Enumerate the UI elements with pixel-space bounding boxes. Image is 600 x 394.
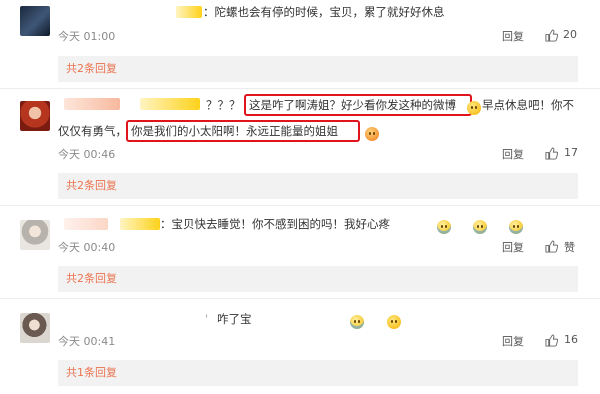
divider <box>0 298 600 299</box>
emoji-icon <box>509 220 524 234</box>
comment-text: 咋了宝 <box>217 312 252 326</box>
sub-replies-bar: 共2条回复 <box>58 56 578 82</box>
like-count: 赞 <box>564 241 575 254</box>
thumbs-up-icon <box>545 29 559 42</box>
sub-replies-bar: 共1条回复 <box>58 360 578 386</box>
like-count: 16 <box>564 333 578 346</box>
reply-button[interactable]: 回复 <box>502 239 524 255</box>
avatar[interactable] <box>20 101 50 131</box>
like-button[interactable] <box>545 238 559 257</box>
username-tick: ' <box>205 312 209 326</box>
emoji-icon <box>467 101 481 115</box>
comment-text: 早点休息吧！你不 <box>482 98 574 112</box>
emoji-icon <box>437 220 452 234</box>
comment-text-highlight: 你是我们的小太阳啊！永远正能量的姐姐 <box>131 124 338 138</box>
sub-replies-link[interactable]: 共2条回复 <box>58 62 117 75</box>
username-blurred[interactable] <box>176 6 202 18</box>
like-count: 17 <box>564 146 578 159</box>
thumbs-up-icon <box>545 334 559 347</box>
sub-replies-bar: 共2条回复 <box>58 266 578 292</box>
reply-button[interactable]: 回复 <box>502 28 524 44</box>
comment-text-prefix: ？？？ <box>206 98 241 112</box>
comment-time: 今天 00:40 <box>58 241 116 254</box>
reply-button[interactable]: 回复 <box>502 146 524 162</box>
comment-text: ：陀螺也会有停的时候，宝贝，累了就好好休息 <box>203 5 445 19</box>
comment-text: 仅仅有勇气， <box>58 124 127 138</box>
sub-replies-link[interactable]: 共1条回复 <box>58 366 117 379</box>
username-blurred[interactable] <box>140 98 200 110</box>
like-button[interactable] <box>545 145 559 164</box>
comment-time: 今天 00:46 <box>58 148 116 161</box>
like-button[interactable] <box>545 27 559 46</box>
username-blurred[interactable] <box>64 98 120 110</box>
avatar[interactable] <box>20 313 50 343</box>
reply-button[interactable]: 回复 <box>502 333 524 349</box>
divider <box>0 88 600 89</box>
like-button[interactable] <box>545 332 559 351</box>
username-blurred[interactable] <box>64 218 108 230</box>
emoji-icon <box>365 127 380 141</box>
emoji-icon <box>473 220 488 234</box>
comment-text: ：宝贝快去睡觉！你不感到困的吗！我好心疼 <box>160 217 390 231</box>
thumbs-up-icon <box>545 240 559 253</box>
emoji-icon <box>386 315 401 329</box>
avatar[interactable] <box>20 220 50 250</box>
comment-time: 今天 01:00 <box>58 30 116 43</box>
comment-text-highlight: 这是咋了啊涛姐？好少看你发这种的微博 <box>249 98 456 112</box>
sub-replies-link[interactable]: 共2条回复 <box>58 272 117 285</box>
comment-time: 今天 00:41 <box>58 335 116 348</box>
like-count: 20 <box>563 28 577 41</box>
thumbs-up-icon <box>545 147 559 160</box>
sub-replies-link[interactable]: 共2条回复 <box>58 179 117 192</box>
sub-replies-bar: 共2条回复 <box>58 173 578 199</box>
avatar[interactable] <box>20 6 50 36</box>
divider <box>0 205 600 206</box>
username-blurred[interactable] <box>120 218 160 230</box>
emoji-icon <box>350 315 365 329</box>
